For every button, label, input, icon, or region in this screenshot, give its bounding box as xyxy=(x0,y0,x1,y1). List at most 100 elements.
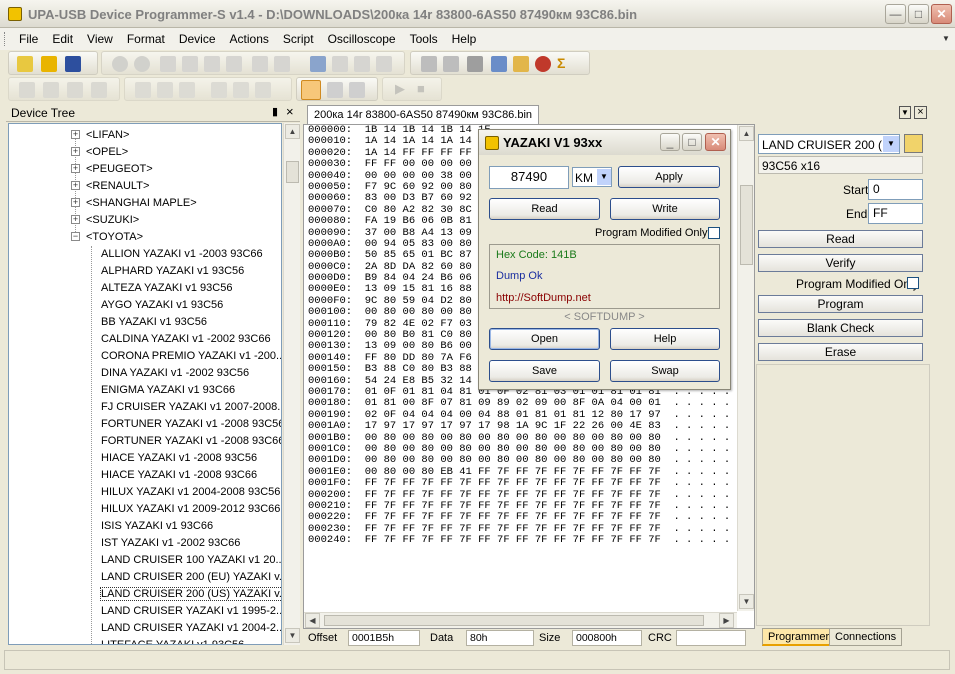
tab-connections[interactable]: Connections xyxy=(829,628,903,646)
program-button[interactable]: Program xyxy=(758,295,923,313)
tree-node-toyota[interactable]: − <TOYOTA> xyxy=(9,229,279,246)
tree-leaf-item[interactable]: LAND CRUISER YAZAKI v1 1995-2... xyxy=(9,603,281,620)
align-left-icon[interactable] xyxy=(211,82,227,98)
undo-icon[interactable] xyxy=(112,56,128,72)
copy-icon[interactable] xyxy=(182,56,198,72)
expand-icon[interactable]: + xyxy=(71,181,80,190)
scroll-thumb[interactable] xyxy=(324,615,704,626)
tree-leaf-item[interactable]: HILUX YAZAKI v1 2009-2012 93C66 xyxy=(9,501,280,518)
expand-icon[interactable]: + xyxy=(71,164,80,173)
tree-leaf-item[interactable]: LAND CRUISER 100 YAZAKI v1 20... xyxy=(9,552,281,569)
tree-leaf-item[interactable]: CORONA PREMIO YAZAKI v1 -200... xyxy=(9,348,281,365)
menu-script[interactable]: Script xyxy=(276,28,321,50)
expand-icon[interactable]: + xyxy=(71,147,80,156)
menu-grip[interactable] xyxy=(4,32,7,46)
tree-node-peugeot[interactable]: + <PEUGEOT> xyxy=(9,161,279,178)
redo-icon[interactable] xyxy=(134,56,150,72)
menu-view[interactable]: View xyxy=(80,28,120,50)
read-device-button[interactable]: Read xyxy=(758,230,923,248)
grid-icon[interactable] xyxy=(467,56,483,72)
hex-row[interactable]: 000220: FF 7F FF 7F FF 7F FF 7F FF 7F FF… xyxy=(304,511,736,523)
hex-hscrollbar[interactable]: ◀ ▶ xyxy=(304,612,737,628)
tree-leaf-item[interactable]: AYGO YAZAKI v1 93C56 xyxy=(9,297,279,314)
pin-icon[interactable]: ▮ xyxy=(272,105,278,118)
menu-tools[interactable]: Tools xyxy=(403,28,445,50)
tree-leaf-item[interactable]: FJ CRUISER YAZAKI v1 2007-2008... xyxy=(9,399,281,416)
menu-format[interactable]: Format xyxy=(120,28,172,50)
fit-icon[interactable] xyxy=(67,82,83,98)
tree-leaf-item[interactable]: LITEFACE YAZAKI v1 93C56 xyxy=(9,637,279,644)
tools-icon[interactable] xyxy=(513,56,529,72)
open-folder-icon[interactable] xyxy=(41,56,57,72)
km-input[interactable]: 87490 xyxy=(489,166,569,189)
tab-programmer[interactable]: Programmer xyxy=(762,628,836,646)
italic-icon[interactable] xyxy=(157,82,173,98)
document-icon[interactable] xyxy=(310,56,326,72)
dropdown-arrow-icon[interactable]: ▼ xyxy=(883,136,899,152)
scroll-thumb[interactable] xyxy=(286,161,299,183)
tree-leaf-item[interactable]: CALDINA YAZAKI v1 -2002 93C66 xyxy=(9,331,279,348)
close-panel-icon[interactable]: × xyxy=(286,104,294,119)
tree-leaf-item[interactable]: LAND CRUISER 200 (US) YAZAKI v... xyxy=(9,586,281,603)
expand-icon[interactable]: + xyxy=(71,130,80,139)
scroll-down-icon[interactable]: ▼ xyxy=(285,628,300,643)
tree-node-opel[interactable]: + <OPEL> xyxy=(9,144,279,161)
device-info-icon[interactable] xyxy=(904,134,923,153)
print-icon[interactable] xyxy=(354,56,370,72)
tree-leaf-item[interactable]: DINA YAZAKI v1 -2002 93C56 xyxy=(9,365,279,382)
hex-scrollbar[interactable]: ▲ ▼ xyxy=(737,125,754,611)
menu-oscilloscope[interactable]: Oscilloscope xyxy=(321,28,403,50)
chip-alt-icon[interactable] xyxy=(443,56,459,72)
menu-edit[interactable]: Edit xyxy=(45,28,80,50)
tree-leaf-item[interactable]: LAND CRUISER 200 (EU) YAZAKI v... xyxy=(9,569,281,586)
tree-leaf-item[interactable]: FORTUNER YAZAKI v1 -2008 93C56 xyxy=(9,416,281,433)
tab-list-icon[interactable]: ▼ xyxy=(899,106,911,119)
notepad-icon[interactable] xyxy=(491,56,507,72)
tree-leaf-item[interactable]: ENIGMA YAZAKI v1 93C66 xyxy=(9,382,279,399)
refresh-icon[interactable] xyxy=(376,56,392,72)
end-input[interactable]: FF xyxy=(868,203,923,224)
write-button[interactable]: Write xyxy=(610,198,720,220)
delete-icon[interactable] xyxy=(226,56,242,72)
hex-row[interactable]: 0001D0: 00 80 00 80 00 80 00 80 00 80 00… xyxy=(304,454,736,466)
tree-leaf-item[interactable]: FORTUNER YAZAKI v1 -2008 93C66 xyxy=(9,433,281,450)
underline-icon[interactable] xyxy=(179,82,195,98)
device-select[interactable]: LAND CRUISER 200 (U: ▼ xyxy=(758,134,900,154)
tree-leaf-item[interactable]: IST YAZAKI v1 -2002 93C66 xyxy=(9,535,279,552)
tree-leaf-item[interactable]: ALPHARD YAZAKI v1 93C56 xyxy=(9,263,279,280)
menu-overflow-icon[interactable]: ▼ xyxy=(942,34,952,46)
align-center-icon[interactable] xyxy=(233,82,249,98)
read-button[interactable]: Read xyxy=(489,198,600,220)
menu-file[interactable]: File xyxy=(12,28,45,50)
program-modified-only-checkbox[interactable] xyxy=(708,227,720,239)
scroll-left-icon[interactable]: ◀ xyxy=(305,613,320,628)
select-area-icon[interactable] xyxy=(327,82,343,98)
play-icon[interactable]: ▶ xyxy=(395,81,405,97)
scroll-up-icon[interactable]: ▲ xyxy=(739,126,754,141)
maximize-button[interactable]: □ xyxy=(908,4,929,24)
tree-node-suzuki[interactable]: + <SUZUKI> xyxy=(9,212,279,229)
open-button[interactable]: Open xyxy=(489,328,600,350)
program-modified-only-checkbox-right[interactable] xyxy=(907,277,919,289)
blank-check-button[interactable]: Blank Check xyxy=(758,319,923,337)
zoom-icon[interactable] xyxy=(43,82,59,98)
menu-actions[interactable]: Actions xyxy=(223,28,276,50)
tree-node-renault[interactable]: + <RENAULT> xyxy=(9,178,279,195)
menu-help[interactable]: Help xyxy=(445,28,484,50)
scroll-up-icon[interactable]: ▲ xyxy=(285,124,300,139)
dialog-minimize-button[interactable]: _ xyxy=(660,133,680,151)
marker-icon[interactable] xyxy=(349,82,365,98)
expand-icon[interactable]: + xyxy=(71,198,80,207)
expand-icon[interactable]: + xyxy=(71,215,80,224)
find-icon[interactable] xyxy=(252,56,268,72)
tree-leaf-item[interactable]: ALLION YAZAKI v1 -2003 93C66 xyxy=(9,246,279,263)
close-button[interactable]: ✕ xyxy=(931,4,952,24)
new-file-icon[interactable] xyxy=(17,56,33,72)
tree-leaf-item[interactable]: BB YAZAKI v1 93C56 xyxy=(9,314,279,331)
stop-icon[interactable]: ■ xyxy=(417,81,425,96)
bug-icon[interactable] xyxy=(535,56,551,72)
apply-button[interactable]: Apply xyxy=(618,166,720,188)
hex-row[interactable]: 0001A0: 17 97 17 97 17 97 17 98 1A 9C 1F… xyxy=(304,420,736,432)
tree-leaf-item[interactable]: HILUX YAZAKI v1 2004-2008 93C56 xyxy=(9,484,280,501)
align-right-icon[interactable] xyxy=(255,82,271,98)
